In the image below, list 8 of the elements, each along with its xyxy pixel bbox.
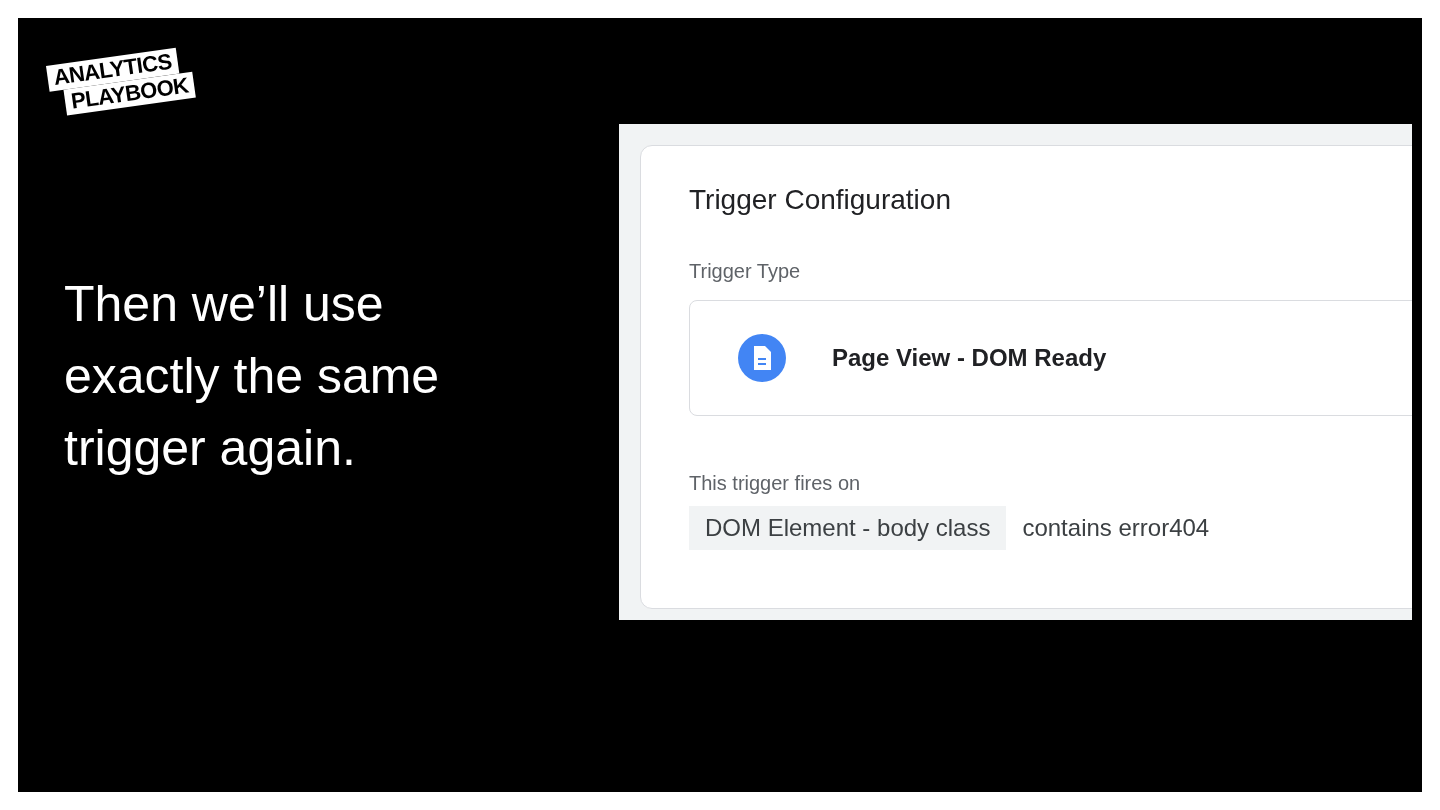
variable-chip: DOM Element - body class (689, 506, 1007, 550)
trigger-type-selector[interactable]: Page View - DOM Ready (689, 300, 1412, 416)
document-icon (738, 334, 786, 382)
fires-on-label: This trigger fires on (689, 471, 862, 496)
headline: Then we’ll use exactly the same trigger again. (64, 275, 441, 478)
condition-text: contains error404 (1022, 513, 1210, 543)
field-label: Trigger Type (689, 259, 802, 284)
card-title: Trigger Configuration (689, 183, 952, 217)
